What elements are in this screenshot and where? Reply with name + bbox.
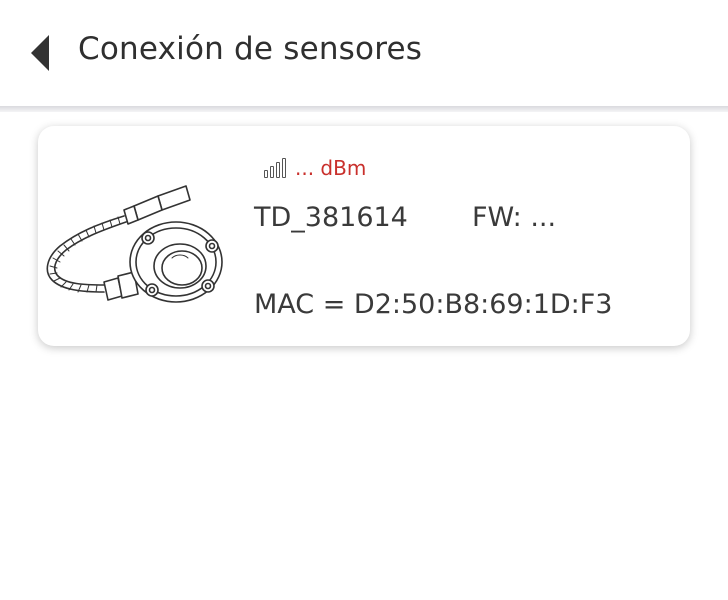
pressure-sensor-icon <box>46 185 223 303</box>
device-name: TD_381614 <box>254 202 408 233</box>
signal-strength-text: ... dBm <box>295 156 367 180</box>
chevron-left-icon <box>31 35 49 71</box>
back-button[interactable] <box>20 30 60 76</box>
firmware-version: FW: ... <box>472 202 557 233</box>
signal-strength-icon <box>264 158 286 178</box>
signal-row: ... dBm <box>264 155 366 181</box>
sensor-device-card[interactable]: ... dBm TD_381614 FW: ... MAC = D2:50:B8… <box>38 126 690 346</box>
app-header: Conexión de sensores <box>0 0 728 108</box>
mac-address: MAC = D2:50:B8:69:1D:F3 <box>254 289 613 320</box>
header-divider <box>0 106 728 112</box>
page-title: Conexión de sensores <box>78 31 423 67</box>
